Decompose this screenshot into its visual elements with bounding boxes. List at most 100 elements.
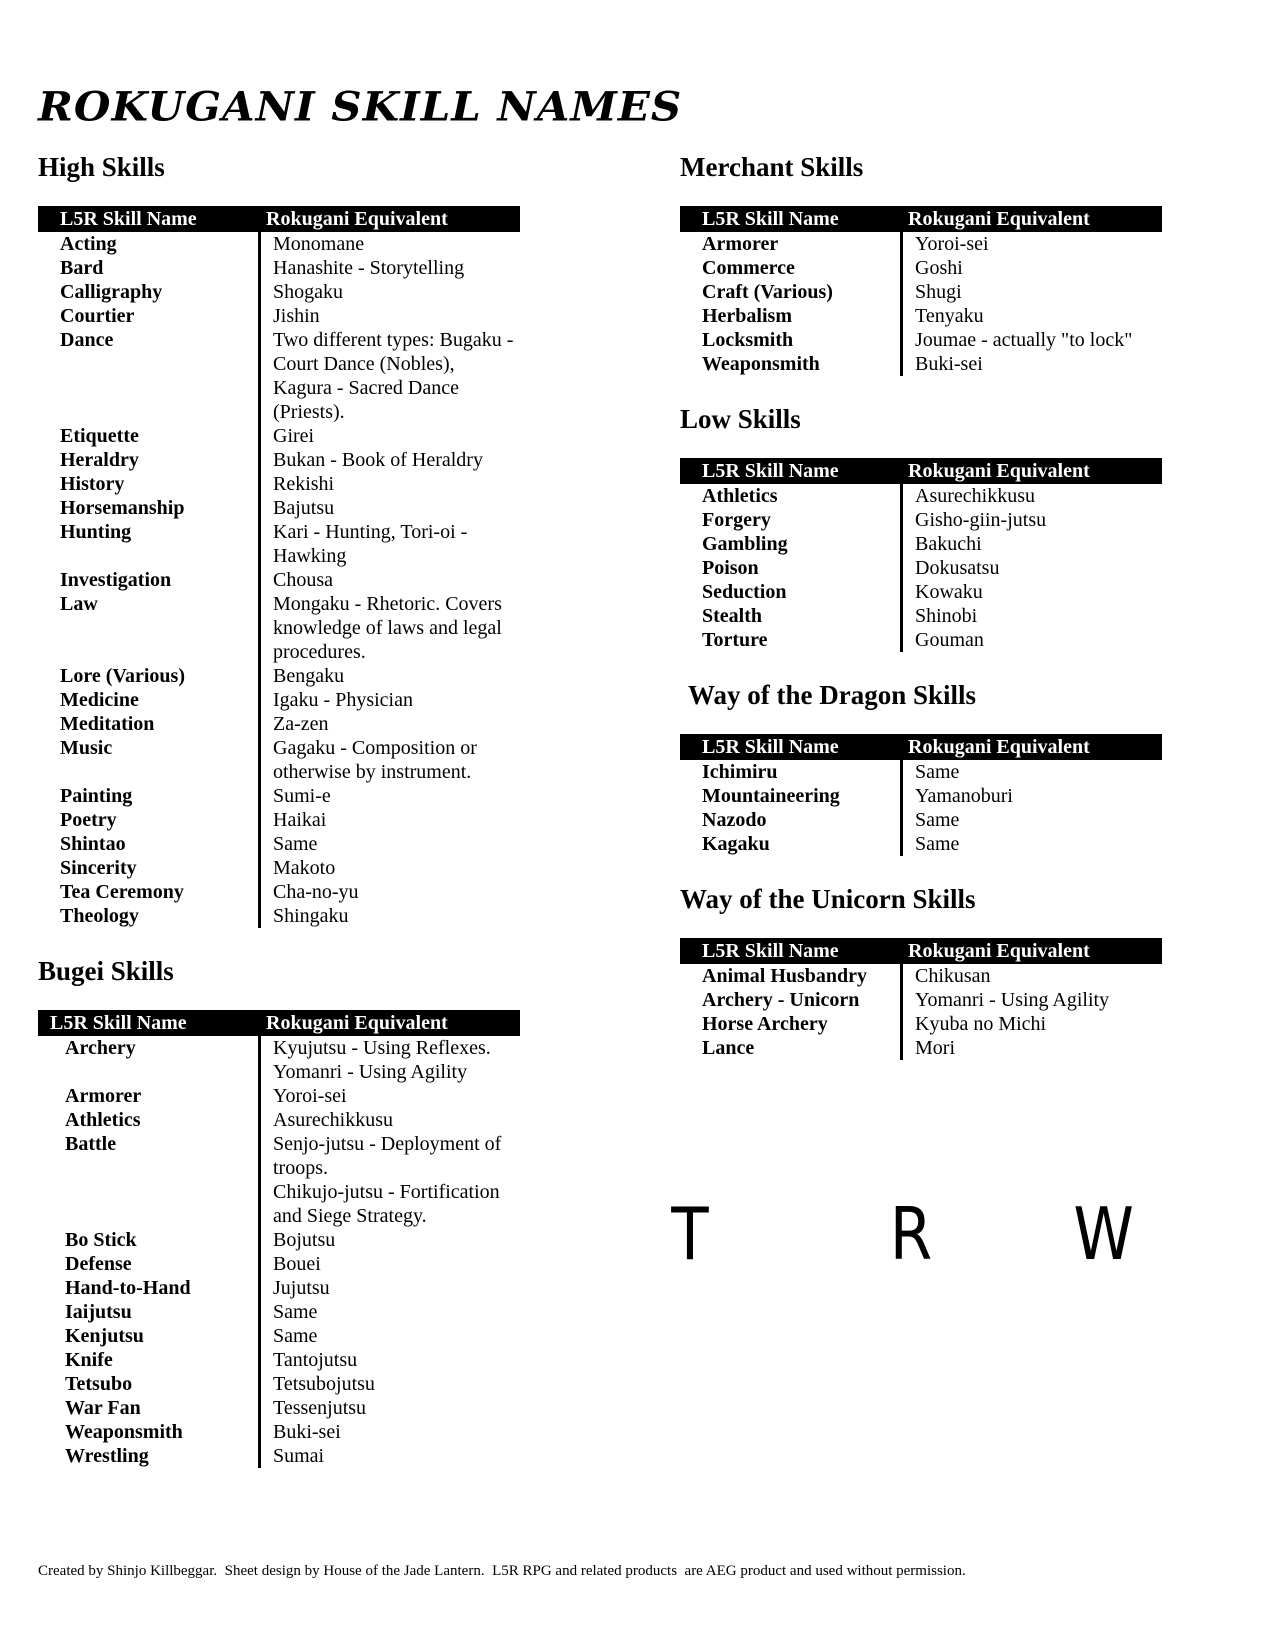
skill-name: Bard <box>60 257 104 279</box>
table-row: Locksmith Joumae - actually "to lock" <box>680 328 1162 352</box>
rokugani-equivalent: Chousa <box>258 568 520 592</box>
section-title-unicorn: Way of the Unicorn Skills <box>680 884 976 914</box>
skill-name: Etiquette <box>60 425 139 447</box>
skill-name: Weaponsmith <box>702 353 820 375</box>
table-row: Animal Husbandry Chikusan <box>680 964 1162 988</box>
table-row: Shintao Same <box>38 832 520 856</box>
skill-name: Knife <box>65 1349 113 1371</box>
footer-credits: Created by Shinjo Killbeggar. Sheet desi… <box>38 1563 966 1579</box>
rokugani-equivalent: Yamanoburi <box>900 784 1162 808</box>
skill-name: Weaponsmith <box>65 1421 183 1443</box>
table-row: Kenjutsu Same <box>38 1324 520 1348</box>
table-row: Weaponsmith Buki-sei <box>38 1420 520 1444</box>
skill-name: Horsemanship <box>60 497 185 519</box>
rokugani-equivalent: Kyuba no Michi <box>900 1012 1162 1036</box>
rokugani-equivalent: Chikusan <box>900 964 1162 988</box>
section-title-dragon: Way of the Dragon Skills <box>688 680 977 710</box>
rokugani-equivalent: Tetsubojutsu <box>258 1372 520 1396</box>
skill-name: Craft (Various) <box>702 281 833 303</box>
rokugani-equivalent: Joumae - actually "to lock" <box>900 328 1162 352</box>
skill-name: Medicine <box>60 689 139 711</box>
table-row: Etiquette Girei <box>38 424 520 448</box>
skill-name: Nazodo <box>702 809 767 831</box>
table-row: Craft (Various) Shugi <box>680 280 1162 304</box>
header-skill-name: L5R Skill Name <box>702 940 839 962</box>
rokugani-equivalent: Rekishi <box>258 472 520 496</box>
table-row: Archery Kyujutsu - Using Reflexes. Yomanr… <box>38 1036 520 1084</box>
skill-name: Theology <box>60 905 139 927</box>
skill-name: Shintao <box>60 833 126 855</box>
rokugani-equivalent: Gisho-giin-jutsu <box>900 508 1162 532</box>
skill-name: Kagaku <box>702 833 770 855</box>
table-row: Heraldry Bukan - Book of Heraldry <box>38 448 520 472</box>
skill-name: Poetry <box>60 809 117 831</box>
bugei-skills-table: L5R Skill Name Rokugani Equivalent Archery… <box>38 1010 520 1468</box>
rokugani-equivalent: Bukan - Book of Heraldry <box>258 448 520 472</box>
low-skills-table: L5R Skill Name Rokugani Equivalent Athleti… <box>680 458 1162 652</box>
rokugani-equivalent: Yoroi-sei <box>258 1084 520 1108</box>
skill-name: Defense <box>65 1253 132 1275</box>
rokugani-equivalent: Yoroi-sei <box>900 232 1162 256</box>
rokugani-equivalent: Mongaku - Rhetoric. Covers knowledge of … <box>258 592 520 664</box>
table-row: Forgery Gisho-giin-jutsu <box>680 508 1162 532</box>
section-title-low: Low Skills <box>680 404 801 434</box>
table-row: Lore (Various) Bengaku <box>38 664 520 688</box>
table-header: L5R Skill Name Rokugani Equivalent <box>680 938 1162 964</box>
dragon-skills-table: L5R Skill Name Rokugani Equivalent Ichimir… <box>680 734 1162 856</box>
rokugani-equivalent: Gagaku - Composition or otherwise by ins… <box>258 736 520 784</box>
skill-name: Meditation <box>60 713 155 735</box>
skill-name: Animal Husbandry <box>702 965 868 987</box>
skill-name: Lore (Various) <box>60 665 185 687</box>
skill-name: Music <box>60 737 113 759</box>
rokugani-equivalent: Same <box>900 808 1162 832</box>
skill-name: War Fan <box>65 1397 141 1419</box>
table-header: L5R Skill Name Rokugani Equivalent <box>38 206 520 232</box>
skill-name: Horse Archery <box>702 1013 828 1035</box>
table-row: Bo Stick Bojutsu <box>38 1228 520 1252</box>
table-row: Meditation Za-zen <box>38 712 520 736</box>
table-row: Mountaineering Yamanoburi <box>680 784 1162 808</box>
rokugani-equivalent: Tantojutsu <box>258 1348 520 1372</box>
skill-name: Law <box>60 593 98 615</box>
table-row: Stealth Shinobi <box>680 604 1162 628</box>
rokugani-equivalent: Monomane <box>258 232 520 256</box>
table-row: Wrestling Sumai <box>38 1444 520 1468</box>
table-row: Armorer Yoroi-sei <box>38 1084 520 1108</box>
table-row: Athletics Asurechikkusu <box>38 1108 520 1132</box>
skill-name: Athletics <box>702 485 778 507</box>
skill-name: Acting <box>60 233 117 255</box>
skill-name: Hand-to-Hand <box>65 1277 191 1299</box>
section-title-high: High Skills <box>38 152 165 182</box>
rokugani-equivalent: Tessenjutsu <box>258 1396 520 1420</box>
header-rokugani-equivalent: Rokugani Equivalent <box>266 1012 448 1034</box>
skill-name: Armorer <box>702 233 779 255</box>
trw-letter-t: T <box>671 1192 709 1276</box>
skill-name: Battle <box>65 1133 117 1155</box>
skill-name: Lance <box>702 1037 755 1059</box>
skill-name: Torture <box>702 629 768 651</box>
skill-name: History <box>60 473 125 495</box>
rokugani-equivalent: Same <box>900 760 1162 784</box>
rokugani-equivalent: Hanashite - Storytelling <box>258 256 520 280</box>
rokugani-equivalent: Shugi <box>900 280 1162 304</box>
rokugani-equivalent: Buki-sei <box>258 1420 520 1444</box>
rokugani-equivalent: Makoto <box>258 856 520 880</box>
skill-name: Courtier <box>60 305 135 327</box>
skill-name: Archery <box>65 1037 136 1059</box>
unicorn-skills-table: L5R Skill Name Rokugani Equivalent Animal … <box>680 938 1162 1060</box>
table-row: Archery - Unicorn Yomanri - Using Agility <box>680 988 1162 1012</box>
skill-name: Athletics <box>65 1109 141 1131</box>
header-rokugani-equivalent: Rokugani Equivalent <box>266 208 448 230</box>
table-row: Nazodo Same <box>680 808 1162 832</box>
rokugani-equivalent: Sumi-e <box>258 784 520 808</box>
rokugani-equivalent: Shingaku <box>258 904 520 928</box>
left-column: High Skills L5R Skill Name Rokugani Equiv… <box>38 150 520 1494</box>
rokugani-equivalent: Same <box>258 1324 520 1348</box>
table-row: Acting Monomane <box>38 232 520 256</box>
table-row: Battle Senjo-jutsu - Deployment of troops… <box>38 1132 520 1228</box>
merchant-skills-table: L5R Skill Name Rokugani Equivalent Armorer… <box>680 206 1162 376</box>
table-row: Theology Shingaku <box>38 904 520 928</box>
rokugani-equivalent: Kowaku <box>900 580 1162 604</box>
skill-name: Wrestling <box>65 1445 149 1467</box>
table-row: Torture Gouman <box>680 628 1162 652</box>
